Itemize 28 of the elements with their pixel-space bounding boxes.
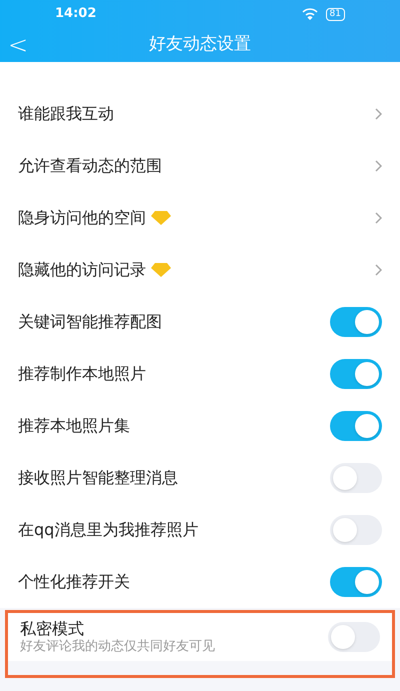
page-title: 好友动态设置 <box>149 33 251 56</box>
toggle-switch[interactable] <box>330 359 382 389</box>
toggle-switch[interactable] <box>330 463 382 493</box>
battery-level: 81 <box>326 8 345 20</box>
status-time: 14:02 <box>55 5 96 24</box>
toggle-switch[interactable] <box>330 411 382 441</box>
setting-label: 允许查看动态的范围 <box>18 155 162 177</box>
setting-label: 隐身访问他的空间 <box>18 207 146 229</box>
toggle-switch[interactable] <box>330 567 382 597</box>
setting-label: 推荐制作本地照片 <box>18 363 146 385</box>
toggle-switch[interactable] <box>328 622 380 652</box>
setting-label: 关键词智能推荐配图 <box>18 311 162 333</box>
setting-label: 隐藏他的访问记录 <box>18 259 146 281</box>
setting-label: 在qq消息里为我推荐照片 <box>18 519 198 541</box>
wifi-icon <box>302 8 318 20</box>
toggle-switch[interactable] <box>330 307 382 337</box>
setting-label: 接收照片智能整理消息 <box>18 467 178 489</box>
chevron-icon <box>375 212 382 224</box>
settings-row[interactable]: 私密模式 好友评论我的动态仅共同好友可见 <box>8 613 392 661</box>
toggle-switch[interactable] <box>330 515 382 545</box>
setting-description: 好友评论我的动态仅共同好友可见 <box>20 638 215 656</box>
setting-label: 谁能跟我互动 <box>18 103 114 125</box>
setting-label: 个性化推荐开关 <box>18 571 130 593</box>
setting-label: 私密模式 <box>20 618 85 639</box>
chevron-icon <box>375 264 382 276</box>
setting-label: 推荐本地照片集 <box>18 415 130 437</box>
chevron-icon <box>375 108 382 120</box>
chevron-icon <box>375 160 382 172</box>
